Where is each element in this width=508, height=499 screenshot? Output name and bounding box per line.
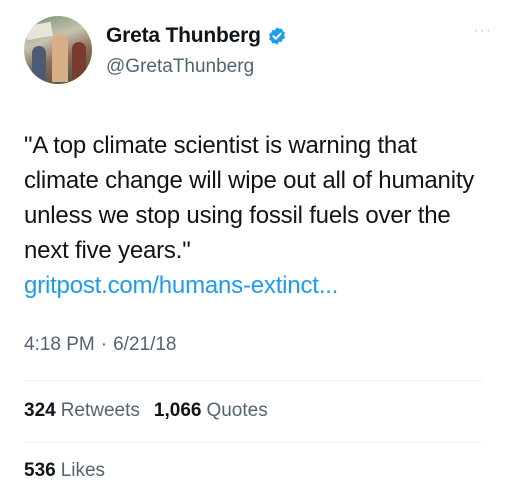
likes-count: 536 [24, 460, 56, 481]
quotes-label: Quotes [206, 400, 268, 421]
meta-separator: · [100, 334, 108, 355]
author-handle[interactable]: @GretaThunberg [106, 56, 254, 78]
engagement-stats: 324 Retweets 1,066 Quotes [24, 400, 268, 422]
avatar-figure-shape [72, 42, 86, 84]
tweet-date: 6/21/18 [113, 334, 177, 355]
likes-label: Likes [60, 460, 106, 481]
divider [24, 380, 484, 381]
avatar-figure-shape [32, 46, 46, 84]
likes-stat[interactable]: 536 Likes [24, 460, 105, 482]
divider [24, 442, 484, 443]
retweets-count: 324 [24, 400, 56, 421]
tweet-time: 4:18 PM [24, 334, 95, 355]
avatar-sign-shape [24, 21, 54, 41]
tweet-link[interactable]: gritpost.com/humans-extinct... [24, 272, 338, 299]
retweets-stat[interactable]: 324 Retweets [24, 400, 140, 422]
retweets-label: Retweets [60, 400, 140, 421]
author-name[interactable]: Greta Thunberg [106, 24, 261, 48]
tweet-timestamp[interactable]: 4:18 PM · 6/21/18 [24, 334, 177, 356]
quotes-stat[interactable]: 1,066 Quotes [154, 400, 268, 422]
tweet-card: Greta Thunberg @GretaThunberg ··· "A top… [0, 0, 508, 499]
verified-badge-icon [267, 26, 287, 46]
avatar[interactable] [24, 16, 92, 84]
author-name-row[interactable]: Greta Thunberg [106, 24, 287, 48]
tweet-text: "A top climate scientist is warning that… [24, 128, 494, 303]
tweet-body: "A top climate scientist is warning that… [24, 132, 475, 264]
quotes-count: 1,066 [153, 400, 202, 421]
more-options-icon[interactable]: ··· [473, 22, 492, 40]
avatar-figure-shape [52, 34, 68, 82]
